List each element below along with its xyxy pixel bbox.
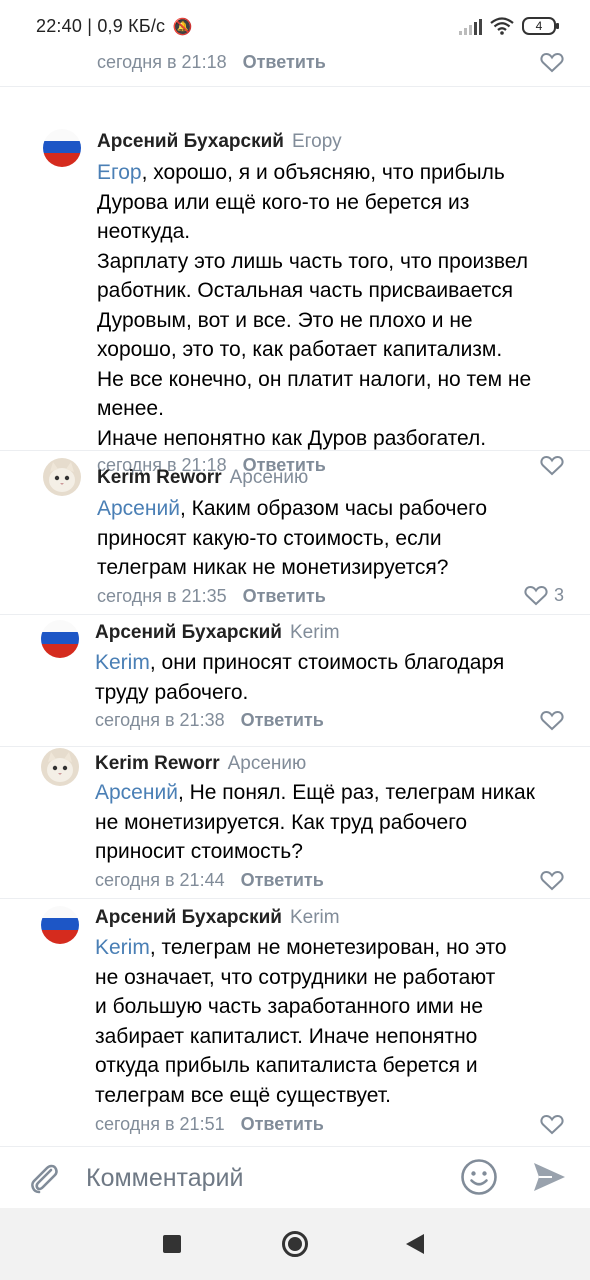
reply-to[interactable]: Егору xyxy=(292,131,342,152)
mention-link[interactable]: Kerim xyxy=(95,651,150,674)
status-bar: 22:40 | 0,9 КБ/с 🔕 4 xyxy=(0,0,590,46)
comment-body: , хорошо, я и объясняю, что прибыль Дуро… xyxy=(97,161,532,450)
reply-button[interactable]: Ответить xyxy=(241,870,324,890)
status-speed: | 0,9 КБ/с xyxy=(87,16,166,36)
signal-icon xyxy=(459,17,482,35)
like-button[interactable]: 3 xyxy=(524,584,564,606)
home-icon[interactable] xyxy=(282,1231,308,1257)
mention-link[interactable]: Арсений xyxy=(95,781,178,804)
cat-avatar-icon xyxy=(43,458,81,496)
comment-text: Kerim, телеграм не монетезирован, но это… xyxy=(95,933,575,1110)
author-name[interactable]: Арсений Бухарский xyxy=(97,131,284,152)
flag-avatar-icon xyxy=(41,620,79,658)
author-line: Kerim Reworr Арсению xyxy=(97,466,308,490)
comment-input[interactable] xyxy=(86,1159,436,1197)
flag-avatar-icon xyxy=(41,906,79,944)
author-name[interactable]: Kerim Reworr xyxy=(95,753,220,774)
heart-icon xyxy=(540,52,564,73)
cat-avatar-icon xyxy=(41,748,79,786)
reply-to[interactable]: Арсению xyxy=(228,753,307,774)
reply-button[interactable]: Ответить xyxy=(241,1114,324,1134)
flag-avatar-icon xyxy=(43,129,81,167)
avatar[interactable] xyxy=(41,906,79,944)
reply-to[interactable]: Kerim xyxy=(290,907,340,928)
comment-text: Kerim, они приносят стоимость благодаря … xyxy=(95,648,575,707)
mute-icon: 🔕 xyxy=(172,19,193,36)
avatar[interactable] xyxy=(43,458,81,496)
comment-time: сегодня в 21:51 xyxy=(95,1114,225,1134)
heart-icon xyxy=(540,870,564,891)
mention-link[interactable]: Арсений xyxy=(97,497,180,520)
like-button[interactable] xyxy=(540,1113,564,1135)
author-line: Kerim Reworr Арсению xyxy=(95,752,306,776)
comment-time: сегодня в 21:44 xyxy=(95,870,225,890)
comment-meta: сегодня в 21:38 Ответить xyxy=(95,708,324,732)
reply-button[interactable]: Ответить xyxy=(243,586,326,606)
reply-button[interactable]: Ответить xyxy=(243,52,326,72)
heart-icon xyxy=(524,585,548,606)
status-left: 22:40 | 0,9 КБ/с 🔕 xyxy=(36,16,193,37)
comment-composer xyxy=(0,1146,590,1208)
like-button[interactable] xyxy=(540,454,564,476)
divider xyxy=(0,746,590,747)
avatar[interactable] xyxy=(43,129,81,167)
status-icons: 4 xyxy=(459,15,559,37)
comment-meta: сегодня в 21:44 Ответить xyxy=(95,868,324,892)
author-name[interactable]: Арсений Бухарский xyxy=(95,907,282,928)
author-line: Арсений Бухарский Kerim xyxy=(95,906,340,930)
author-line: Арсений Бухарский Егору xyxy=(97,130,342,154)
comment-body: , телеграм не монетезирован, но это не о… xyxy=(95,936,507,1107)
author-line: Арсений Бухарский Kerim xyxy=(95,621,340,645)
like-button[interactable] xyxy=(540,869,564,891)
like-count: 3 xyxy=(553,584,564,605)
battery-icon: 4 xyxy=(522,17,559,35)
comment-body: , они приносят стоимость благодаря труду… xyxy=(95,651,505,704)
reply-to[interactable]: Kerim xyxy=(290,622,340,643)
author-name[interactable]: Арсений Бухарский xyxy=(95,622,282,643)
reply-button[interactable]: Ответить xyxy=(241,710,324,730)
recents-icon[interactable] xyxy=(163,1235,181,1253)
comments-list[interactable]: сегодня в 21:18 Ответить Арсений Бухарски… xyxy=(0,46,590,1146)
heart-icon xyxy=(540,710,564,731)
comment-meta: сегодня в 21:35 Ответить xyxy=(97,584,326,608)
status-time: 22:40 xyxy=(36,16,83,36)
mention-link[interactable]: Егор xyxy=(97,161,142,184)
back-icon[interactable] xyxy=(406,1234,424,1254)
reply-to[interactable]: Арсению xyxy=(230,467,309,488)
heart-icon xyxy=(540,1114,564,1135)
send-icon[interactable] xyxy=(530,1158,568,1196)
comment-text: Егор, хорошо, я и объясняю, что прибыль … xyxy=(97,158,577,453)
like-button[interactable] xyxy=(540,51,564,73)
comment-text: Арсений, Каким образом часы рабочего при… xyxy=(97,494,577,583)
comment-meta: сегодня в 21:51 Ответить xyxy=(95,1112,324,1136)
wifi-icon xyxy=(490,17,514,35)
author-name[interactable]: Kerim Reworr xyxy=(97,467,222,488)
divider xyxy=(0,898,590,899)
comment-meta: сегодня в 21:18 Ответить xyxy=(97,50,326,74)
divider xyxy=(0,86,590,87)
divider xyxy=(0,450,590,451)
comment-text: Арсений, Не понял. Ещё раз, телеграм ник… xyxy=(95,778,575,867)
smile-icon[interactable] xyxy=(459,1157,499,1197)
divider xyxy=(0,614,590,615)
avatar[interactable] xyxy=(41,748,79,786)
like-button[interactable] xyxy=(540,709,564,731)
heart-icon xyxy=(540,455,564,476)
comment-time: сегодня в 21:18 xyxy=(97,52,227,72)
comment-time: сегодня в 21:38 xyxy=(95,710,225,730)
paperclip-icon[interactable] xyxy=(24,1158,64,1198)
mention-link[interactable]: Kerim xyxy=(95,936,150,959)
avatar[interactable] xyxy=(41,620,79,658)
comment-time: сегодня в 21:35 xyxy=(97,586,227,606)
navigation-bar xyxy=(0,1208,590,1280)
